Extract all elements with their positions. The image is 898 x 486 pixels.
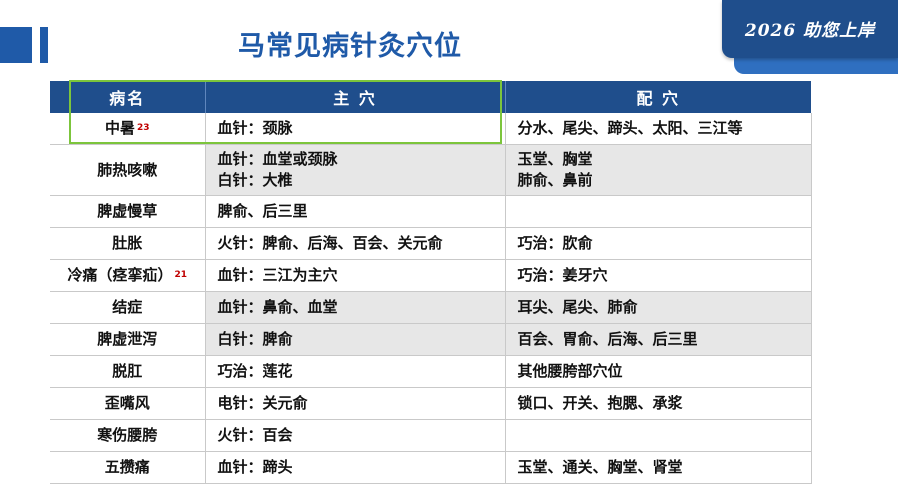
main-points-cell: 巧治：莲花 (205, 355, 506, 388)
main-point-text: 白针：大椎 (217, 171, 293, 189)
table-row: 脱肛 巧治：莲花 其他腰胯部穴位 (50, 355, 812, 388)
secondary-points-cell (505, 419, 812, 452)
main-point-text: 火针：百会 (217, 426, 293, 444)
table-row: 歪嘴风 电针：关元俞 锁口、开关、抱腮、承浆 (50, 387, 812, 420)
main-point-text: 电针：关元俞 (217, 394, 308, 412)
main-point-text: 巧治：莲花 (217, 362, 293, 380)
secondary-point-text: 巧治：肷俞 (517, 234, 593, 252)
secondary-point-text: 百会、胃俞、后海、后三里 (517, 330, 698, 348)
main-points-cell: 血针：血堂或颈脉 白针：大椎 (205, 144, 506, 196)
disease-name: 脾虚泄泻 (97, 330, 158, 348)
table-row: 寒伤腰胯 火针：百会 (50, 419, 812, 452)
main-point-text: 血针：血堂或颈脉 (217, 150, 338, 168)
disease-name: 肺热咳嗽 (97, 160, 158, 179)
main-points-cell: 脾俞、后三里 (205, 195, 506, 228)
table-row: 冷痛（痉挛疝） 21 血针：三江为主穴 巧治：姜牙穴 (50, 259, 812, 292)
secondary-point-text: 玉堂、通关、胸堂、肾堂 (517, 458, 683, 476)
secondary-point-text: 肺俞、鼻前 (517, 171, 593, 189)
main-point-text: 血针：蹄头 (217, 458, 293, 476)
decorative-block-left (0, 27, 32, 63)
disease-name-cell: 结症 (50, 291, 206, 324)
main-point-text: 血针：三江为主穴 (217, 266, 338, 284)
disease-name: 脾虚慢草 (97, 202, 158, 220)
main-point-text: 火针：脾俞、后海、百会、关元俞 (217, 234, 443, 252)
disease-name-cell: 五攒痛 (50, 451, 206, 484)
disease-name-cell: 肚胀 (50, 227, 206, 260)
highlight-box (69, 80, 502, 144)
table-row: 肚胀 火针：脾俞、后海、百会、关元俞 巧治：肷俞 (50, 227, 812, 260)
header-secondary-points: 配 穴 (505, 81, 811, 113)
reference-number: 21 (174, 270, 188, 280)
page-title: 马常见病针灸穴位 (238, 31, 462, 62)
main-point-text: 脾俞、后三里 (217, 202, 308, 220)
disease-name: 歪嘴风 (104, 394, 150, 412)
disease-name-cell: 肺热咳嗽 (50, 144, 206, 196)
disease-name-cell: 冷痛（痉挛疝） 21 (50, 259, 206, 292)
main-points-cell: 血针：鼻俞、血堂 (205, 291, 506, 324)
disease-name-cell: 脱肛 (50, 355, 206, 388)
table-row: 脾虚慢草 脾俞、后三里 (50, 195, 812, 228)
secondary-points-cell: 玉堂、胸堂肺俞、鼻前 (505, 144, 812, 196)
secondary-point-text: 巧治：姜牙穴 (517, 266, 608, 284)
main-points-cell: 血针：蹄头 (205, 451, 506, 484)
table-row: 脾虚泄泻 白针：脾俞 百会、胃俞、后海、后三里 (50, 323, 812, 356)
table-row: 肺热咳嗽 血针：血堂或颈脉 白针：大椎 玉堂、胸堂 肺俞、鼻前 (50, 144, 812, 196)
main-point-text: 血针：鼻俞、血堂 (217, 298, 338, 316)
disease-name-cell: 脾虚泄泻 (50, 323, 206, 356)
main-points-cell: 血针：三江为主穴 (205, 259, 506, 292)
secondary-points-cell: 分水、尾尖、蹄头、太阳、三江等 (505, 113, 812, 145)
secondary-points-cell (505, 195, 812, 228)
banner-text: 2026 助您上岸 (744, 21, 876, 41)
table-row: 五攒痛 血针：蹄头 玉堂、通关、胸堂、肾堂 (50, 451, 812, 484)
disease-name: 结症 (112, 298, 143, 316)
disease-name-cell: 寒伤腰胯 (50, 419, 206, 452)
banner-plate: 2026 助您上岸 (722, 0, 898, 58)
secondary-points-cell: 巧治：肷俞 (505, 227, 812, 260)
disease-name-cell: 歪嘴风 (50, 387, 206, 420)
secondary-point-text: 耳尖、尾尖、肺俞 (517, 298, 638, 316)
table-row: 结症 血针：鼻俞、血堂 耳尖、尾尖、肺俞 (50, 291, 812, 324)
main-point-text: 白针：脾俞 (217, 330, 293, 348)
disease-name: 冷痛（痉挛疝） (67, 266, 173, 284)
table-body: 中暑 23 血针：颈脉 分水、尾尖、蹄头、太阳、三江等 肺热咳嗽 血针：血堂或颈脉 白针：大… (50, 113, 812, 484)
main-points-cell: 火针：脾俞、后海、百会、关元俞 (205, 227, 506, 260)
disease-name: 肚胀 (112, 234, 143, 252)
secondary-point-text: 分水、尾尖、蹄头、太阳、三江等 (517, 119, 743, 137)
decorative-bar-left (40, 27, 48, 63)
secondary-points-cell: 锁口、开关、抱腮、承浆 (505, 387, 812, 420)
main-points-cell: 白针：脾俞 (205, 323, 506, 356)
secondary-point-text: 锁口、开关、抱腮、承浆 (517, 394, 683, 412)
secondary-points-cell: 巧治：姜牙穴 (505, 259, 812, 292)
disease-name: 五攒痛 (104, 458, 150, 476)
corner-banner: 2026 助您上岸 (722, 0, 898, 76)
disease-name: 寒伤腰胯 (97, 426, 158, 444)
main-points-cell: 火针：百会 (205, 419, 506, 452)
disease-name: 脱肛 (112, 362, 143, 380)
secondary-points-cell: 耳尖、尾尖、肺俞 (505, 291, 812, 324)
main-points-cell: 电针：关元俞 (205, 387, 506, 420)
secondary-point-text: 其他腰胯部穴位 (517, 362, 623, 380)
secondary-points-cell: 玉堂、通关、胸堂、肾堂 (505, 451, 812, 484)
secondary-points-cell: 百会、胃俞、后海、后三里 (505, 323, 812, 356)
disease-name-cell: 脾虚慢草 (50, 195, 206, 228)
secondary-points-cell: 其他腰胯部穴位 (505, 355, 812, 388)
secondary-point-text: 玉堂、胸堂 (517, 150, 593, 168)
